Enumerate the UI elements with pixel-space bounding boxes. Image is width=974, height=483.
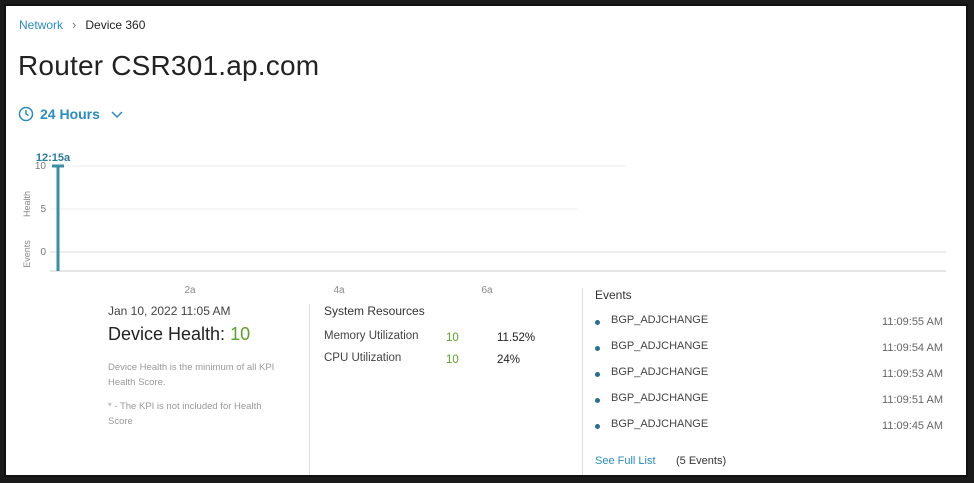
events-count: (5 Events) <box>676 455 727 467</box>
breadcrumb-current: Device 360 <box>85 17 146 32</box>
resource-label: CPU Utilization <box>324 352 402 364</box>
resource-value: 24% <box>497 354 521 366</box>
event-name: BGP_ADJCHANGE <box>611 392 709 404</box>
event-time: 11:09:54 AM <box>882 342 943 354</box>
device-360-window: Network › Device 360 Router CSR301.ap.co… <box>4 4 968 477</box>
health-timestamp: Jan 10, 2022 11:05 AM <box>108 304 231 318</box>
breadcrumb-separator-icon: › <box>72 17 77 32</box>
x-tick-6a: 6a <box>481 285 493 296</box>
event-name: BGP_ADJCHANGE <box>611 366 709 378</box>
event-time: 11:09:51 AM <box>882 394 943 406</box>
time-range-label: 24 Hours <box>40 106 100 122</box>
event-bullet-icon <box>595 372 600 377</box>
event-bullet-icon <box>595 424 600 429</box>
time-range-dropdown[interactable]: 24 Hours <box>18 106 124 122</box>
device-health-note: * - The KPI is not included for Health S… <box>108 401 262 427</box>
event-row[interactable]: BGP_ADJCHANGE 11:09:51 AM <box>595 392 945 410</box>
resource-value: 11.52% <box>497 332 536 344</box>
event-time: 11:09:55 AM <box>882 316 943 328</box>
event-name: BGP_ADJCHANGE <box>611 314 709 326</box>
event-time: 11:09:45 AM <box>882 420 943 432</box>
chevron-down-icon <box>110 107 124 121</box>
event-bullet-icon <box>595 346 600 351</box>
breadcrumb-network-link[interactable]: Network <box>19 18 63 32</box>
device-health-label: Device Health: <box>108 324 226 344</box>
bar-layer <box>52 164 64 271</box>
events-title: Events <box>595 288 632 302</box>
divider-right <box>582 288 583 475</box>
event-row[interactable]: BGP_ADJCHANGE 11:09:55 AM <box>595 314 945 332</box>
device-health-heading: Device Health: 10 <box>108 324 250 345</box>
health-chart: Health Events 10 5 0 12:15a 2a 4a 6a <box>22 152 946 296</box>
clock-icon <box>18 106 34 122</box>
system-resources-title: System Resources <box>324 304 425 318</box>
breadcrumb: Network › Device 360 <box>19 17 145 32</box>
resource-score: 10 <box>446 354 459 366</box>
event-time: 11:09:53 AM <box>882 368 943 380</box>
divider-left <box>309 304 310 475</box>
y-axis-label-health: Health <box>22 191 32 217</box>
event-bullet-icon <box>595 398 600 403</box>
event-bullet-icon <box>595 320 600 325</box>
event-row[interactable]: BGP_ADJCHANGE 11:09:54 AM <box>595 340 945 358</box>
event-name: BGP_ADJCHANGE <box>611 340 709 352</box>
event-row[interactable]: BGP_ADJCHANGE 11:09:53 AM <box>595 366 945 384</box>
y-tick-0: 0 <box>40 247 46 258</box>
x-tick-4a: 4a <box>333 285 345 296</box>
y-tick-5: 5 <box>40 204 46 215</box>
y-axis-label-events: Events <box>22 240 32 268</box>
page-title: Router CSR301.ap.com <box>18 50 320 81</box>
resource-score: 10 <box>446 332 459 344</box>
resource-label: Memory Utilization <box>324 330 419 342</box>
x-tick-2a: 2a <box>184 285 196 296</box>
see-full-list-link[interactable]: See Full List <box>595 455 656 467</box>
device-health-score: 10 <box>230 324 251 344</box>
device-health-description: Device Health is the minimum of all KPI … <box>108 362 275 388</box>
event-name: BGP_ADJCHANGE <box>611 418 709 430</box>
marker-time-label: 12:15a <box>36 152 71 164</box>
event-row[interactable]: BGP_ADJCHANGE 11:09:45 AM <box>595 418 945 436</box>
